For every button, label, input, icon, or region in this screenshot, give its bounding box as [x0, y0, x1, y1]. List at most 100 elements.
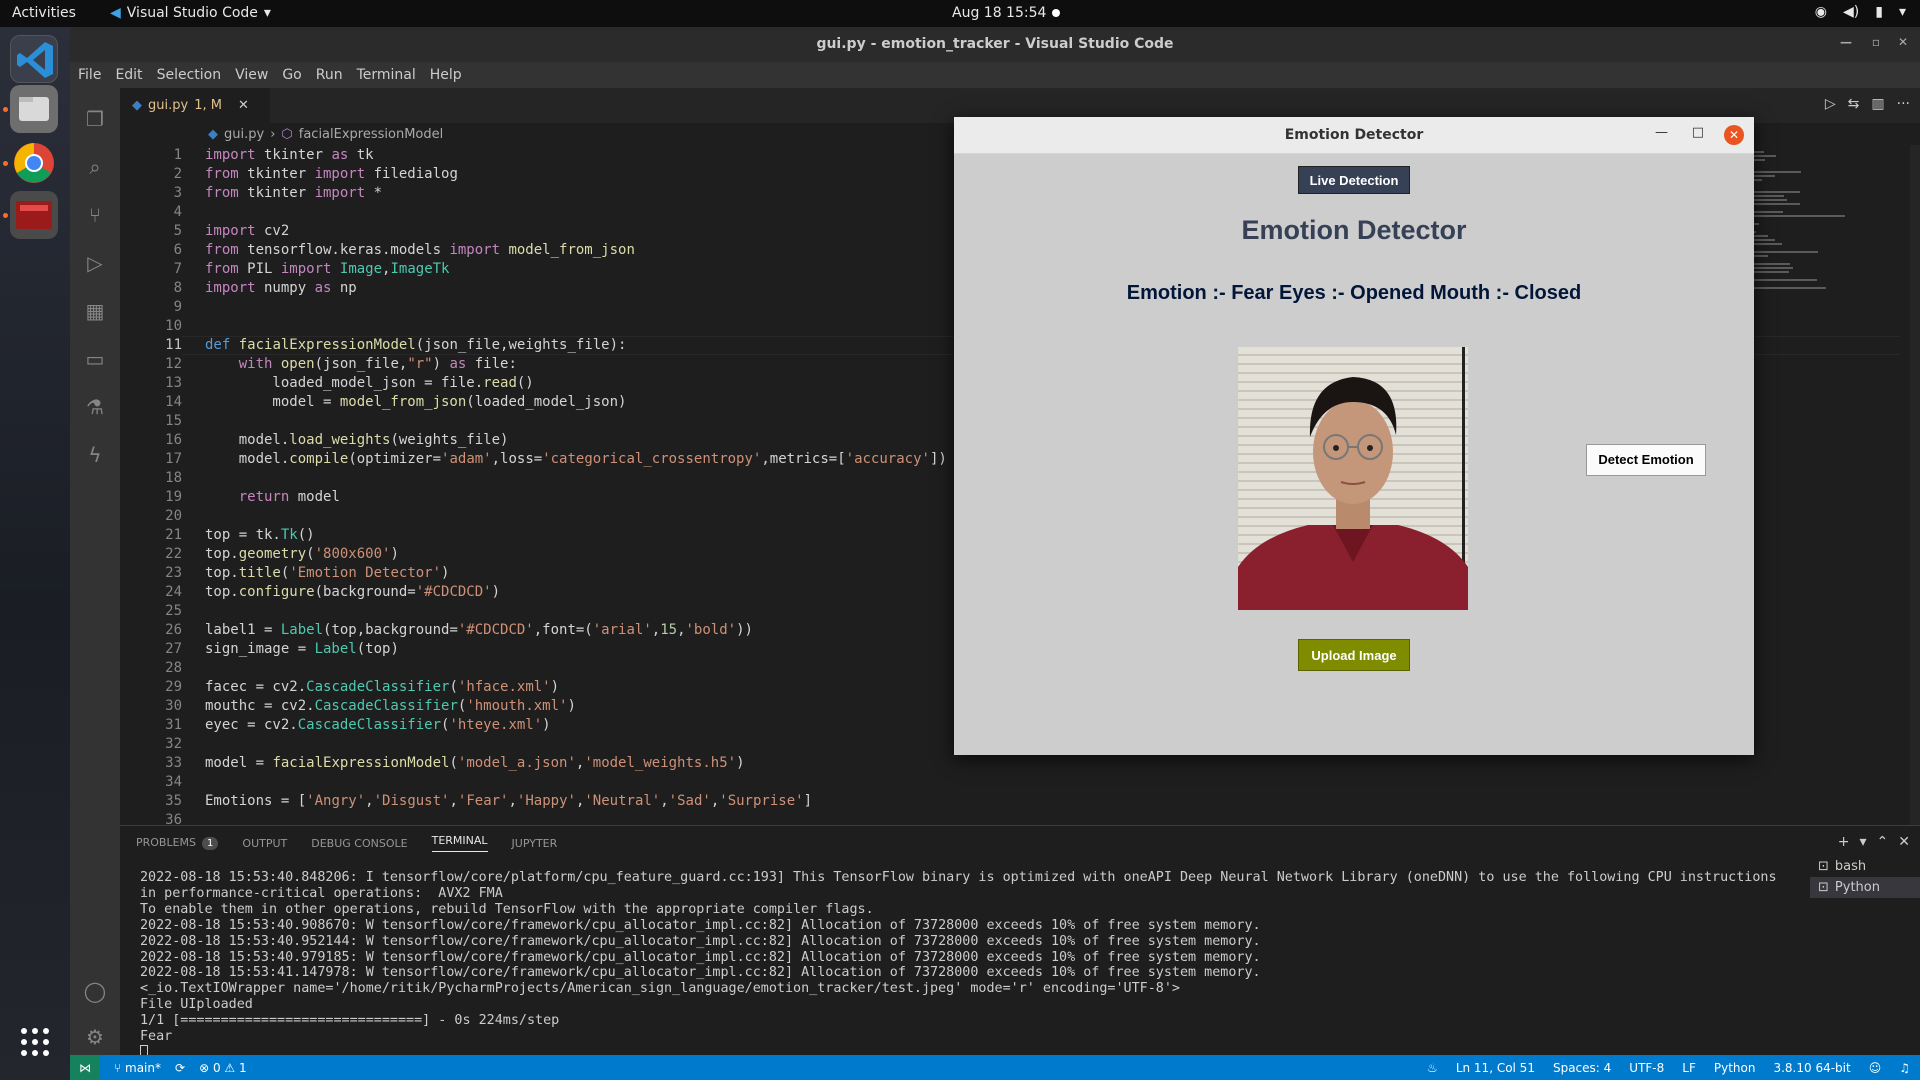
line-number: 25 [165, 603, 182, 619]
app-menu[interactable]: ◀ Visual Studio Code ▾ [110, 5, 271, 21]
files-dock-icon[interactable] [10, 85, 58, 133]
tk-title-bar: Emotion Detector — □ ✕ [954, 117, 1754, 154]
close-icon[interactable]: ✕ [1724, 125, 1744, 145]
feedback-icon[interactable]: ☺ [1869, 1061, 1882, 1075]
line-number: 26 [165, 622, 182, 638]
line-ending[interactable]: LF [1682, 1061, 1696, 1075]
chrome-dock-icon[interactable] [10, 139, 58, 187]
code-line: def facialExpressionModel(json_file,weig… [205, 337, 627, 353]
minimize-icon[interactable]: — [1840, 35, 1852, 49]
testing-icon[interactable]: ⚗ [82, 394, 108, 420]
gnome-top-bar: Activities ◀ Visual Studio Code ▾ Aug 18… [0, 0, 1920, 27]
tab-label: gui.py [148, 98, 189, 113]
breadcrumb-file[interactable]: gui.py [224, 127, 264, 142]
minimap-line [1749, 203, 1800, 205]
indentation[interactable]: Spaces: 4 [1553, 1061, 1611, 1075]
close-icon[interactable]: ✕ [1898, 35, 1908, 49]
tab-problems[interactable]: PROBLEMS 1 [136, 836, 219, 850]
terminal-icon: ⊡ [1818, 859, 1829, 874]
menu-terminal[interactable]: Terminal [357, 67, 416, 83]
language-mode[interactable]: Python [1714, 1061, 1756, 1075]
live-detection-button[interactable]: Live Detection [1298, 166, 1410, 194]
breadcrumb-symbol[interactable]: facialExpressionModel [299, 127, 443, 142]
tab-terminal[interactable]: TERMINAL [431, 834, 488, 852]
line-number: 1 [173, 147, 182, 163]
open-changes-icon[interactable]: ⇆ [1848, 96, 1860, 112]
sync-icon[interactable]: ⟳ [175, 1061, 185, 1075]
maximize-panel-icon[interactable]: ⌃ [1877, 834, 1889, 850]
upload-image-button[interactable]: Upload Image [1298, 639, 1410, 671]
system-tray[interactable]: ◉ ◀) ▮ ▾ [1815, 4, 1906, 20]
problems-status[interactable]: ⊗ 0 ⚠ 1 [199, 1061, 247, 1075]
terminal-line: To enable them in other operations, rebu… [140, 901, 874, 917]
python-app-dock-icon[interactable] [10, 191, 58, 239]
show-apps-icon[interactable] [20, 1027, 50, 1057]
code-line: top.configure(background='#CDCDCD') [205, 584, 501, 600]
explorer-icon[interactable]: ❐ [82, 106, 108, 132]
code-line: top = tk.Tk() [205, 527, 315, 543]
lightning-icon[interactable]: ϟ [82, 442, 108, 468]
tab-debug-console[interactable]: DEBUG CONSOLE [311, 837, 407, 850]
gear-icon[interactable]: ⚙ [82, 1024, 108, 1050]
window-title: gui.py - emotion_tracker - Visual Studio… [816, 36, 1174, 52]
interpreter[interactable]: 3.8.10 64-bit [1773, 1061, 1850, 1075]
source-control-icon[interactable]: ⑂ [82, 202, 108, 228]
status-bar: ⋈ ⑂ main* ⟳ ⊗ 0 ⚠ 1 ♨ Ln 11, Col 51 Spac… [70, 1055, 1920, 1080]
chevron-down-icon[interactable]: ▾ [1860, 834, 1867, 850]
close-tab-icon[interactable]: ✕ [238, 98, 249, 113]
search-icon[interactable]: ⌕ [82, 154, 108, 180]
menu-go[interactable]: Go [282, 67, 301, 83]
line-number: 12 [165, 356, 182, 372]
terminal-output[interactable]: 2022-08-18 15:53:40.848206: I tensorflow… [140, 870, 1780, 1061]
new-terminal-icon[interactable]: + [1838, 834, 1850, 850]
line-number: 20 [165, 508, 182, 524]
more-actions-icon[interactable]: ··· [1897, 96, 1910, 112]
activities-button[interactable]: Activities [12, 5, 76, 21]
code-line: loaded_model_json = file.read() [205, 375, 534, 391]
tab-output[interactable]: OUTPUT [242, 837, 287, 850]
maximize-icon[interactable]: □ [1692, 125, 1704, 140]
menu-run[interactable]: Run [316, 67, 343, 83]
remote-icon[interactable]: ⋈ [70, 1055, 100, 1080]
code-line: import numpy as np [205, 280, 357, 296]
menu-view[interactable]: View [235, 67, 268, 83]
code-line: return model [238, 489, 340, 505]
terminal-item-label: bash [1834, 859, 1867, 874]
vscode-dock-icon[interactable] [10, 35, 58, 83]
maximize-icon[interactable]: ▫ [1872, 35, 1880, 49]
line-number: 11 [165, 337, 182, 353]
code-line: mouthc = cv2.CascadeClassifier('hmouth.x… [205, 698, 576, 714]
encoding[interactable]: UTF-8 [1629, 1061, 1664, 1075]
run-debug-icon[interactable]: ▷ [82, 250, 108, 276]
terminal-item-bash[interactable]: ⊡ bash [1810, 856, 1920, 877]
bell-icon[interactable]: ♫ [1899, 1061, 1910, 1075]
scrollbar[interactable] [1910, 145, 1920, 825]
cursor-position[interactable]: Ln 11, Col 51 [1456, 1061, 1535, 1075]
menu-help[interactable]: Help [430, 67, 462, 83]
line-number: 30 [165, 698, 182, 714]
menu-selection[interactable]: Selection [157, 67, 222, 83]
minimize-icon[interactable]: — [1655, 125, 1668, 140]
tab-gui-py[interactable]: ◆ gui.py 1, M ✕ [120, 88, 270, 123]
remote-explorer-icon[interactable]: ▭ [82, 346, 108, 372]
terminal-item-python[interactable]: ⊡ Python [1810, 877, 1920, 898]
extensions-icon[interactable]: ▦ [82, 298, 108, 324]
code-line: model.load_weights(weights_file) [205, 432, 509, 448]
run-file-icon[interactable]: ▷ [1825, 96, 1836, 112]
split-editor-icon[interactable]: ▥ [1871, 96, 1884, 112]
line-number: 34 [165, 774, 182, 790]
detect-emotion-button[interactable]: Detect Emotion [1586, 444, 1706, 476]
menu-file[interactable]: File [78, 67, 101, 83]
flame-icon[interactable]: ♨ [1427, 1061, 1438, 1075]
branch-name: main* [125, 1060, 161, 1075]
clock[interactable]: Aug 18 15:54 [952, 5, 1046, 21]
account-icon[interactable]: ◯ [82, 978, 108, 1004]
code-line: sign_image = Label(top) [205, 641, 399, 657]
close-panel-icon[interactable]: ✕ [1898, 834, 1910, 850]
git-branch[interactable]: ⑂ main* [114, 1061, 161, 1075]
volume-icon: ◀) [1843, 4, 1860, 20]
emotion-result-label: Emotion :- Fear Eyes :- Opened Mouth :- … [1126, 282, 1582, 304]
tab-jupyter[interactable]: JUPYTER [512, 837, 558, 850]
menu-edit[interactable]: Edit [115, 67, 142, 83]
minimap[interactable] [1740, 123, 1850, 823]
